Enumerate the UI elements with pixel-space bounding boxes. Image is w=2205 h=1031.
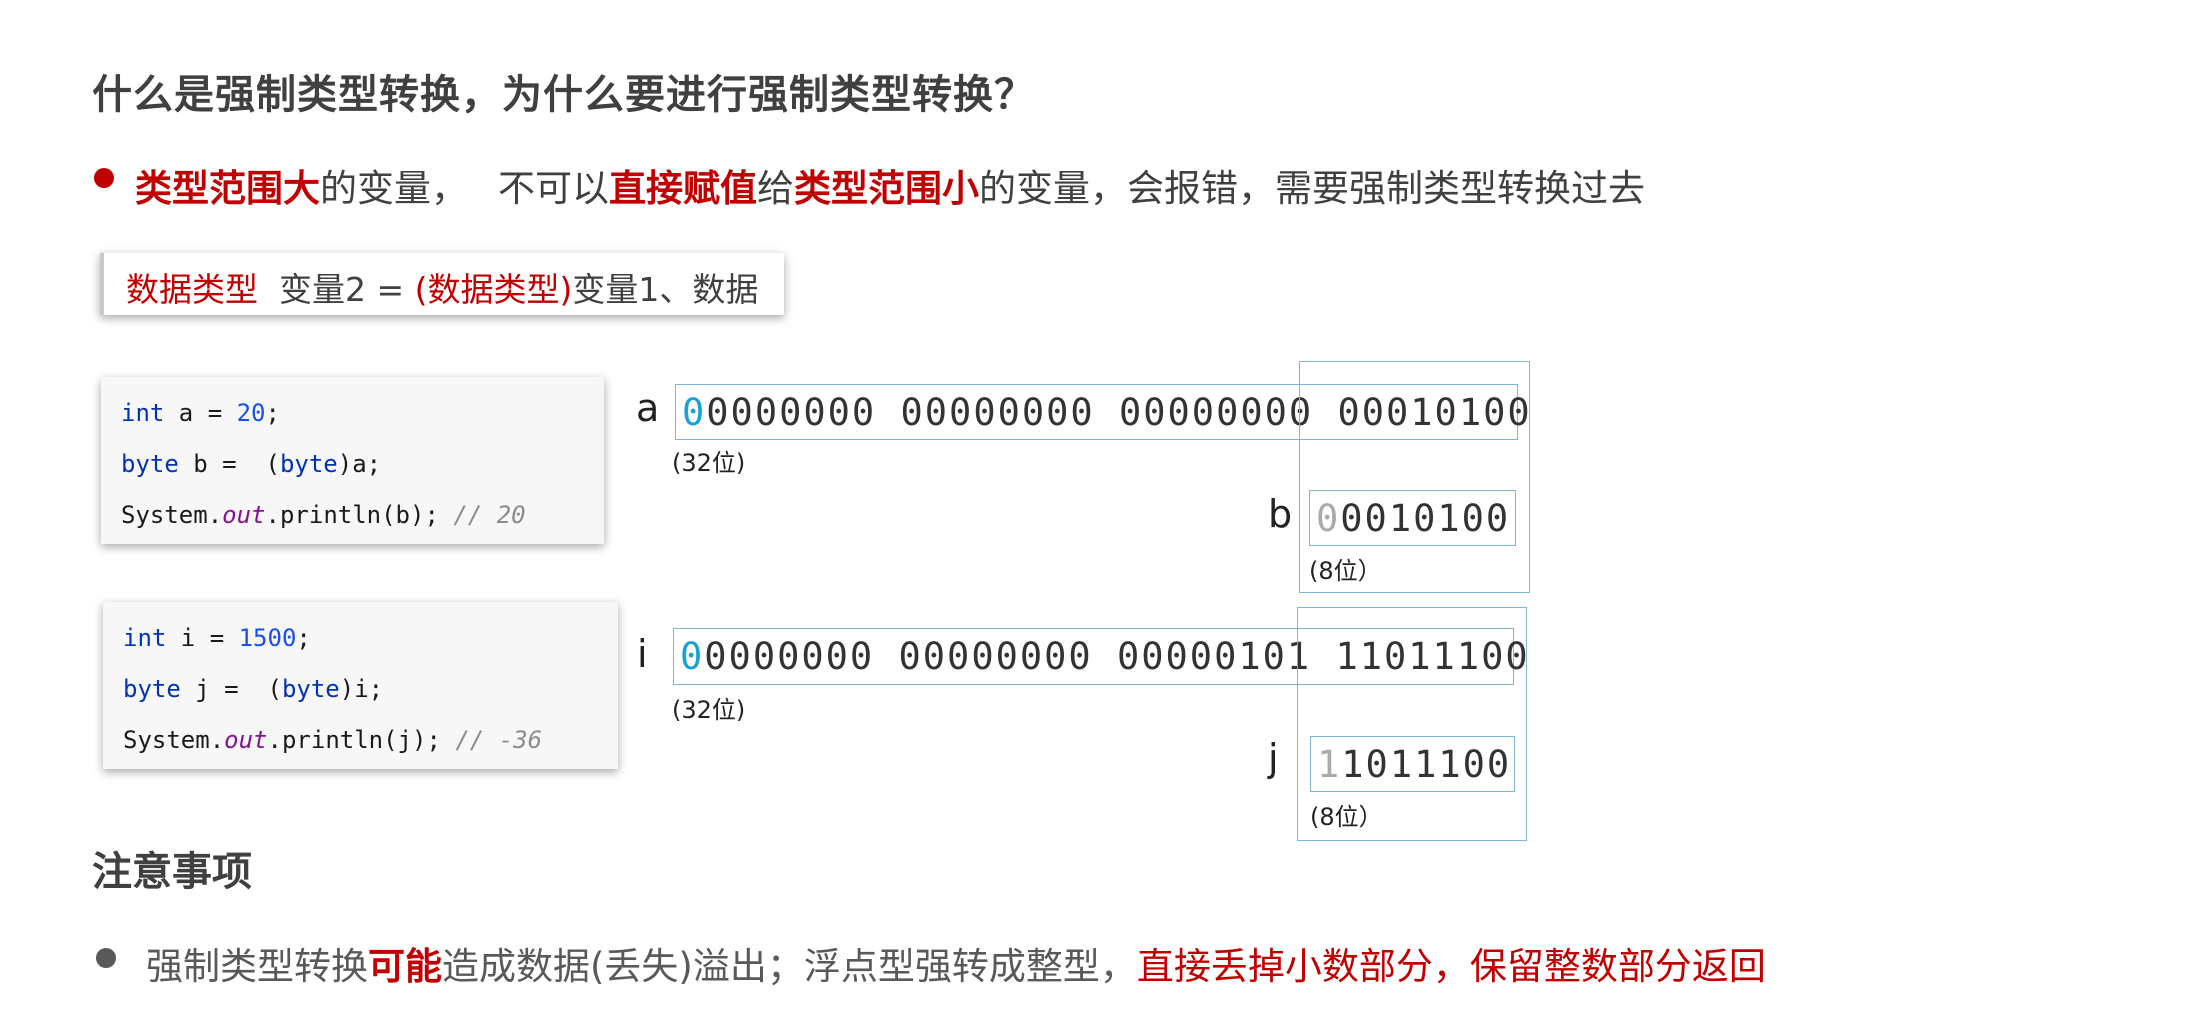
formula-source: 变量1、数据 <box>572 270 759 309</box>
formula-var2: 变量2 = <box>278 270 415 309</box>
bit-count-a: (32位) <box>672 449 746 477</box>
low-byte-highlight <box>1299 361 1530 593</box>
code-line: byte j = (byte)i; <box>123 675 384 703</box>
main-point: 类型范围大的变量， 不可以直接赋值给类型范围小的变量，会报错，需要强制类型转换过去 <box>135 158 1645 212</box>
code-line: byte b = (byte)a; <box>121 450 382 478</box>
formula-type: 数据类型 <box>126 270 258 309</box>
var-label-a: a <box>636 386 660 430</box>
emphasis-truncate: 直接丢掉小数部分，保留整数部分返回 <box>1136 945 1766 988</box>
point-text: 给 <box>757 167 794 210</box>
syntax-formula-box: 数据类型 变量2 = (数据类型)变量1、数据 <box>100 253 784 315</box>
notes-title: 注意事项 <box>92 849 252 895</box>
code-line: System.out.println(j); // -36 <box>123 726 543 754</box>
bit-count-i: (32位) <box>672 696 746 724</box>
code-line: int a = 20; <box>121 399 280 427</box>
binary-sign-digit: 0 <box>682 391 707 434</box>
var-label-j: j <box>1268 736 1279 780</box>
page-title: 什么是强制类型转换，为什么要进行强制类型转换？ <box>92 72 1035 118</box>
code-line: int i = 1500; <box>123 624 311 652</box>
emphasis-large-type: 类型范围大 <box>135 167 320 210</box>
point-text: 的变量，会报错，需要强制类型转换过去 <box>979 167 1645 210</box>
point-text: 的变量， <box>320 167 468 210</box>
var-label-b: b <box>1268 492 1293 536</box>
code-block-example-1: int a = 20; byte b = (byte)a; System.out… <box>101 377 604 544</box>
code-line: System.out.println(b); // 20 <box>121 501 526 529</box>
formula-cast: (数据类型) <box>414 270 573 309</box>
note-text: 强制类型转换可能造成数据(丢失)溢出；浮点型强转成整型，直接丢掉小数部分，保留整… <box>146 945 1766 988</box>
var-label-i: i <box>637 632 648 676</box>
bullet-dot <box>94 168 114 188</box>
code-block-example-2: int i = 1500; byte j = (byte)i; System.o… <box>103 602 618 769</box>
emphasis-direct-assign: 直接赋值 <box>609 167 757 210</box>
syntax-formula: 数据类型 变量2 = (数据类型)变量1、数据 <box>126 263 758 311</box>
emphasis-small-type: 类型范围小 <box>794 167 979 210</box>
bullet-dot <box>96 948 116 968</box>
emphasis-possible: 可能 <box>368 945 442 988</box>
low-byte-highlight <box>1297 607 1527 841</box>
binary-sign-digit: 0 <box>680 635 705 678</box>
point-text: 不可以 <box>498 167 609 210</box>
